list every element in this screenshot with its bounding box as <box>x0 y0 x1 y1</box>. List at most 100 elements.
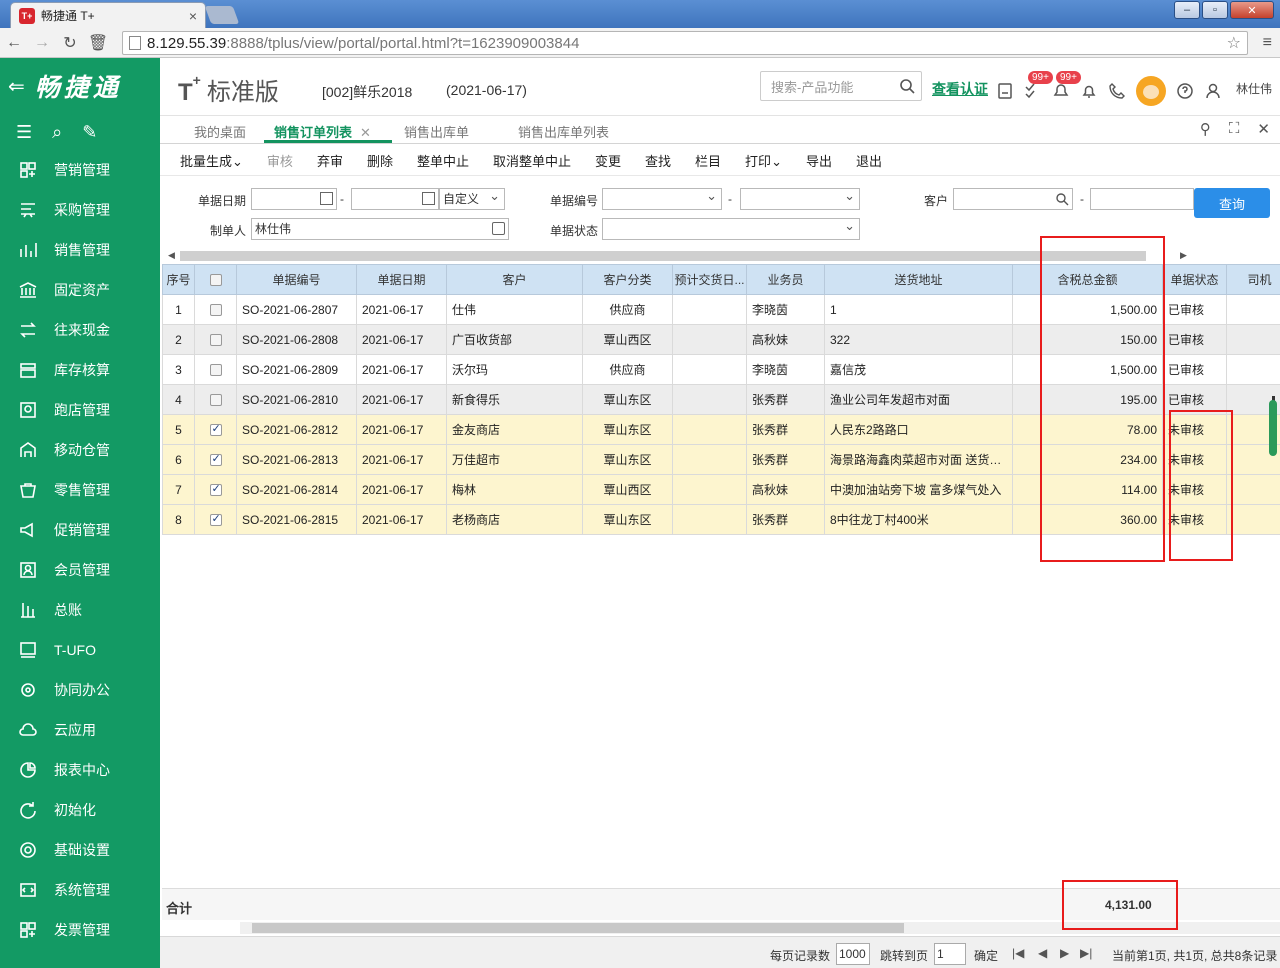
tab-sales-order-list[interactable]: 销售订单列表 ✕ <box>274 122 371 141</box>
sidebar-item-4[interactable]: 往来现金 <box>0 310 160 350</box>
checkbox[interactable] <box>209 364 222 377</box>
first-page-icon[interactable]: |◀ <box>1012 946 1024 960</box>
column-header[interactable]: 送货地址 <box>824 264 1013 295</box>
close-all-icon[interactable]: ✕ <box>1257 120 1270 138</box>
edit-doc-icon[interactable]: ✎ <box>82 122 97 143</box>
reload-icon[interactable]: ↻ <box>56 33 84 53</box>
bookmark-star-icon[interactable]: ☆ <box>1227 33 1241 53</box>
minimize-icon[interactable]: – <box>1174 1 1200 19</box>
message-icon[interactable]: 99+ <box>1052 71 1081 101</box>
column-header[interactable]: 预计交货日... <box>672 264 747 295</box>
search-icon[interactable] <box>1055 192 1069 206</box>
column-header[interactable]: 单据日期 <box>356 264 447 295</box>
prev-page-icon[interactable]: ◀ <box>1038 946 1047 960</box>
trash-icon[interactable]: 🗑 <box>84 33 112 53</box>
action-4[interactable]: 整单中止 <box>417 151 469 170</box>
action-8[interactable]: 栏目 <box>695 151 721 170</box>
close-tab-icon[interactable]: × <box>189 8 197 24</box>
new-tab-button[interactable] <box>204 6 240 24</box>
user-icon[interactable] <box>1204 81 1222 101</box>
sidebar-item-12[interactable]: T-UFO <box>0 630 160 670</box>
back-icon[interactable]: ← <box>0 34 28 52</box>
row-checkbox[interactable] <box>194 384 237 415</box>
tab-search-icon[interactable]: ⚲ <box>1200 120 1211 138</box>
maximize-icon[interactable]: ▫ <box>1202 1 1228 19</box>
action-11[interactable]: 退出 <box>856 151 882 170</box>
code-to-select[interactable] <box>740 186 860 210</box>
row-checkbox[interactable] <box>194 414 237 445</box>
per-page-input[interactable]: 1000 <box>836 943 870 965</box>
browser-menu-icon[interactable]: ≡ <box>1263 34 1272 52</box>
checkbox[interactable] <box>209 482 222 497</box>
bell-icon[interactable] <box>1080 81 1098 101</box>
scroll-left-icon[interactable]: ◀ <box>168 250 175 261</box>
window-close-icon[interactable]: ✕ <box>1230 1 1274 19</box>
column-header[interactable]: 单据状态 <box>1162 264 1227 295</box>
row-checkbox[interactable] <box>194 504 237 535</box>
sidebar-item-13[interactable]: 协同办公 <box>0 670 160 710</box>
action-5[interactable]: 取消整单中止 <box>493 151 571 170</box>
next-page-icon[interactable]: ▶ <box>1060 946 1069 960</box>
sidebar-item-9[interactable]: 促销管理 <box>0 510 160 550</box>
tab-sales-outbound-list[interactable]: 销售出库单列表 <box>518 122 609 141</box>
checkbox[interactable] <box>209 512 222 527</box>
sidebar-item-14[interactable]: 云应用 <box>0 710 160 750</box>
select-all-checkbox[interactable] <box>194 264 237 295</box>
row-checkbox[interactable] <box>194 294 237 325</box>
sidebar-item-19[interactable]: 发票管理 <box>0 910 160 950</box>
scroll-thumb[interactable] <box>252 923 904 933</box>
column-header[interactable]: 单据编号 <box>236 264 357 295</box>
action-9[interactable]: 打印⌄ <box>745 151 782 170</box>
sidebar-item-6[interactable]: 跑店管理 <box>0 390 160 430</box>
lookup-icon[interactable] <box>492 222 505 235</box>
scroll-right-icon[interactable]: ▶ <box>1180 250 1187 261</box>
mascot-icon[interactable] <box>1136 76 1166 106</box>
close-tab-icon[interactable]: ✕ <box>360 125 371 140</box>
last-page-icon[interactable]: ▶| <box>1080 946 1092 960</box>
row-checkbox[interactable] <box>194 354 237 385</box>
date-mode-select[interactable]: 自定义 <box>439 186 505 210</box>
action-1[interactable]: 审核 <box>267 151 293 170</box>
sidebar-item-8[interactable]: 零售管理 <box>0 470 160 510</box>
verify-link[interactable]: 查看认证 <box>932 79 988 99</box>
query-button[interactable]: 查询 <box>1194 188 1270 218</box>
sidebar-item-0[interactable]: 营销管理 <box>0 150 160 190</box>
code-from-select[interactable] <box>602 186 722 210</box>
column-header[interactable]: 业务员 <box>746 264 825 295</box>
action-7[interactable]: 查找 <box>645 151 671 170</box>
action-3[interactable]: 删除 <box>367 151 393 170</box>
phone-icon[interactable] <box>1108 81 1126 101</box>
fullscreen-icon[interactable]: ⛶ <box>1229 120 1240 138</box>
menu-icon[interactable]: ☰ <box>16 122 32 143</box>
confirm-button[interactable]: 确定 <box>974 947 998 964</box>
action-6[interactable]: 变更 <box>595 151 621 170</box>
scroll-thumb[interactable] <box>180 251 1146 261</box>
sidebar-item-1[interactable]: 采购管理 <box>0 190 160 230</box>
sidebar-item-2[interactable]: 销售管理 <box>0 230 160 270</box>
search-icon[interactable] <box>899 78 915 94</box>
row-checkbox[interactable] <box>194 474 237 505</box>
browser-tab[interactable]: T+ 畅捷通 T+ × <box>10 2 206 28</box>
status-select[interactable] <box>602 216 860 240</box>
sidebar-item-10[interactable]: 会员管理 <box>0 550 160 590</box>
top-horizontal-scrollbar[interactable]: ◀ ▶ <box>166 249 1190 261</box>
customer-to-input[interactable] <box>1090 188 1194 210</box>
column-header[interactable]: 客户分类 <box>582 264 673 295</box>
task-check-icon[interactable]: 99+ <box>1024 71 1053 101</box>
checkbox[interactable] <box>209 422 222 437</box>
action-2[interactable]: 弃审 <box>317 151 343 170</box>
checkbox[interactable] <box>209 304 222 317</box>
customer-from-input[interactable] <box>953 188 1073 210</box>
user-name[interactable]: 林仕伟 <box>1236 80 1272 97</box>
row-checkbox[interactable] <box>194 444 237 475</box>
forward-icon[interactable]: → <box>28 34 56 52</box>
help-icon[interactable] <box>1176 81 1194 101</box>
row-checkbox[interactable] <box>194 324 237 355</box>
address-bar[interactable]: 8.129.55.39:8888/tplus/view/portal/porta… <box>122 31 1248 55</box>
sidebar-item-17[interactable]: 基础设置 <box>0 830 160 870</box>
checkbox[interactable] <box>209 394 222 407</box>
sidebar-item-18[interactable]: 系统管理 <box>0 870 160 910</box>
date-to-input[interactable] <box>351 188 439 210</box>
calendar-icon[interactable] <box>320 192 333 205</box>
sidebar-item-5[interactable]: 库存核算 <box>0 350 160 390</box>
